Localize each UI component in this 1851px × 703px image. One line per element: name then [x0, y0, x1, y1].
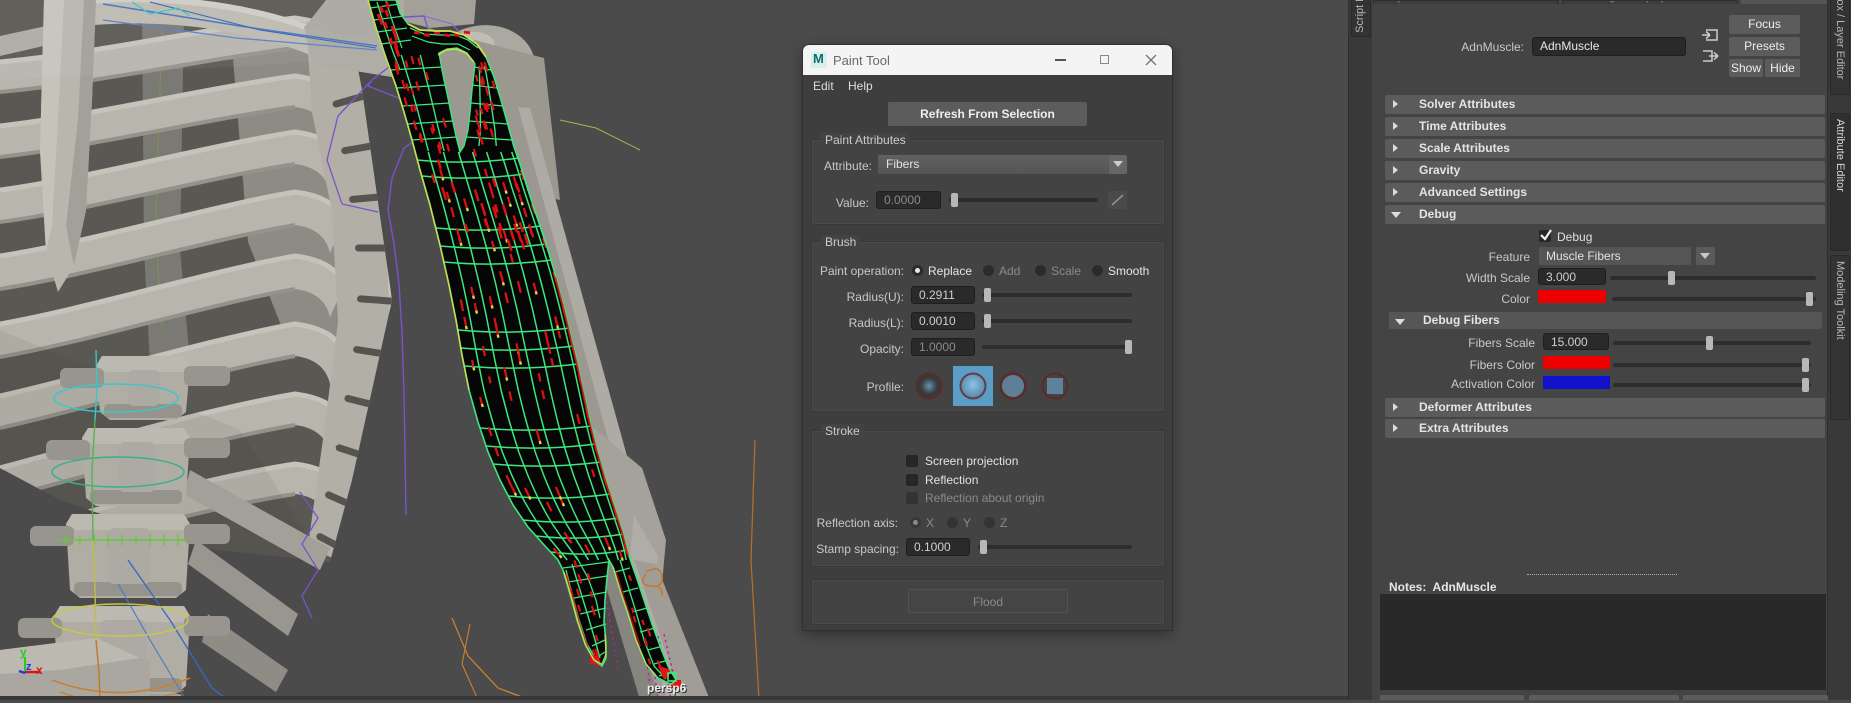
svg-text:z: z	[26, 661, 32, 673]
svg-text:y: y	[20, 645, 27, 659]
svg-text:persp6: persp6	[647, 681, 687, 695]
svg-text:x: x	[36, 663, 43, 677]
